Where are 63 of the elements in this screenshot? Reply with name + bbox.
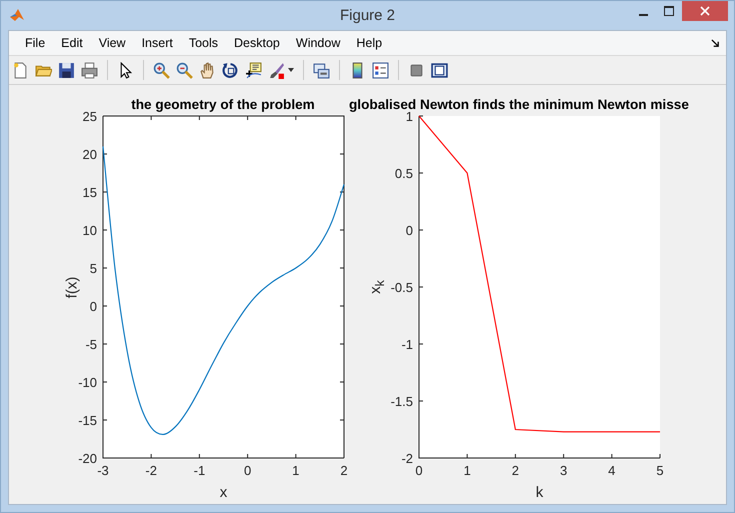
square-icon[interactable] (408, 62, 425, 78)
tick-label: -5 (85, 337, 97, 352)
tick-label: 1 (406, 109, 413, 124)
tick-label: 1 (292, 463, 300, 478)
tick-label: -20 (78, 451, 97, 466)
axis-label: x (220, 484, 228, 501)
menu-item[interactable]: Window (288, 36, 348, 50)
menu-item[interactable]: Desktop (226, 36, 288, 50)
tick-label: 0 (406, 223, 413, 238)
tick-label: 1 (464, 463, 471, 478)
tick-label: -2 (401, 451, 413, 466)
chart-title: globalised Newton finds the minimum Newton misse (349, 97, 689, 112)
zoom-out-icon[interactable] (176, 62, 193, 78)
tick-label: 2 (512, 463, 520, 478)
axis-label: k (536, 484, 544, 501)
tick-label: 5 (90, 261, 97, 276)
menu-item[interactable]: View (90, 36, 134, 50)
tick-label: -1 (194, 463, 206, 478)
axis-label: f(x) (64, 276, 80, 298)
tick-label: 0 (90, 299, 97, 314)
menu-item[interactable]: Help (348, 36, 390, 50)
caret-icon[interactable] (288, 68, 294, 72)
tick-label: 4 (608, 463, 616, 478)
tick-label: -0.5 (390, 280, 413, 295)
save-icon[interactable] (58, 62, 75, 78)
tick-label: -1 (401, 337, 413, 352)
tick-label: 20 (82, 147, 97, 162)
menu-item[interactable]: File (17, 36, 54, 50)
maximize-icon (664, 6, 674, 16)
menu-item[interactable]: Edit (53, 36, 91, 50)
tick-label: 3 (560, 463, 568, 478)
chart-title: the geometry of the problem (131, 97, 315, 112)
tick-label: 0 (244, 463, 252, 478)
tick-label: 0.5 (394, 166, 413, 181)
minimize-icon (638, 14, 648, 16)
tick-label: 25 (82, 109, 97, 124)
dock-arrow-icon[interactable] (711, 38, 720, 48)
data-cursor-icon[interactable] (245, 62, 262, 78)
menu-item[interactable]: Tools (180, 36, 226, 50)
print-icon[interactable] (81, 62, 98, 78)
zoom-in-icon[interactable] (153, 62, 170, 78)
close-icon (700, 6, 710, 16)
tick-label: -3 (97, 463, 109, 478)
menu-item[interactable]: Insert (134, 36, 181, 50)
tick-label: 10 (82, 223, 97, 238)
tick-label: 5 (656, 463, 664, 478)
tick-label: 15 (82, 185, 97, 200)
hand-icon[interactable] (199, 62, 216, 78)
brush-icon[interactable] (268, 62, 285, 78)
panel-icon[interactable] (431, 62, 448, 78)
tick-label: 2 (340, 463, 347, 478)
legend-icon[interactable] (372, 62, 389, 78)
tick-label: 0 (415, 463, 423, 478)
tick-label: -2 (145, 463, 157, 478)
window-title: Figure 2 (340, 7, 396, 24)
close-button[interactable] (682, 1, 728, 21)
new-file-icon[interactable] (12, 62, 29, 78)
app-logo-icon (9, 7, 25, 23)
tick-label: -1.5 (390, 394, 413, 409)
rotate-icon[interactable] (222, 62, 239, 78)
tick-label: -10 (78, 375, 97, 390)
linked-windows-icon[interactable] (313, 62, 330, 78)
tick-label: -15 (78, 413, 97, 428)
